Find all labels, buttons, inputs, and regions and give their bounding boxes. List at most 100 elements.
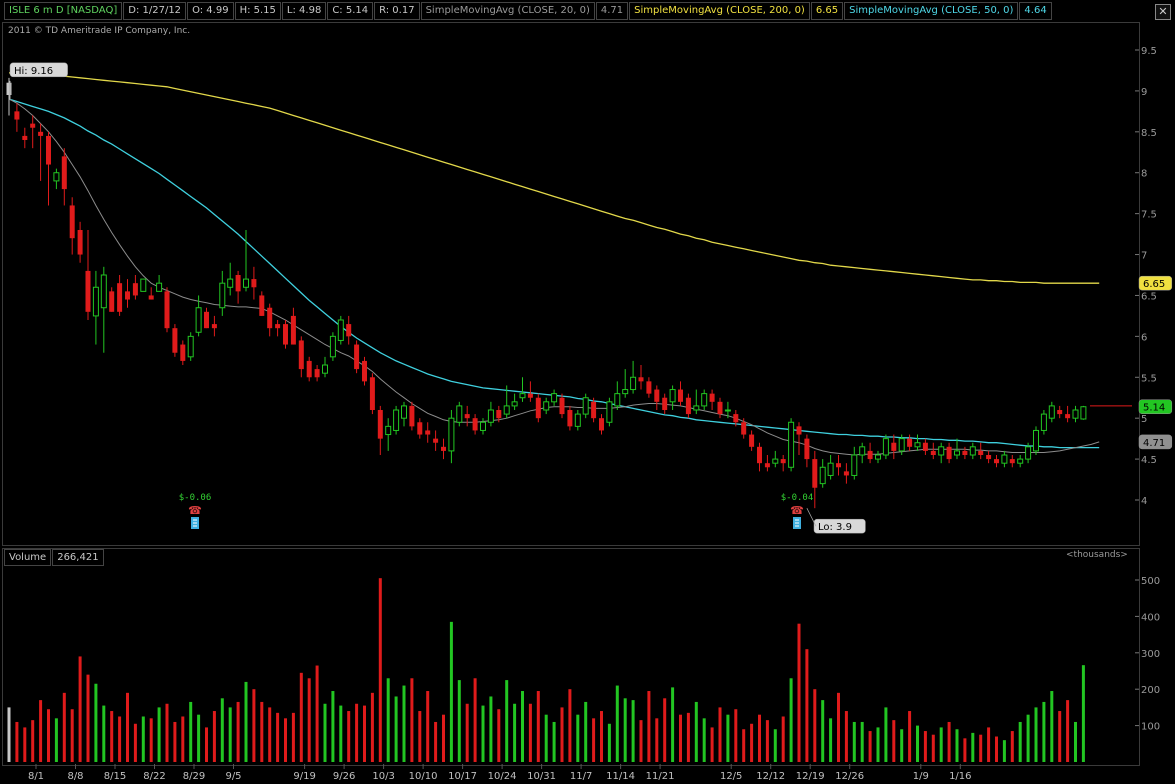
candle-body xyxy=(433,438,439,443)
candle-body xyxy=(930,450,936,455)
candle-body xyxy=(938,446,945,456)
candle-body xyxy=(156,282,163,292)
candle-body xyxy=(22,135,28,140)
volume-bar xyxy=(118,716,122,762)
candle-body xyxy=(329,335,336,358)
candle-body xyxy=(709,393,715,402)
price-tick-label: 7.5 xyxy=(1141,210,1157,221)
candle-body xyxy=(836,463,841,468)
volume-bar xyxy=(228,707,232,762)
price-tick-label: 4 xyxy=(1141,496,1147,507)
volume-bar xyxy=(987,727,991,762)
price-tick-label: 8 xyxy=(1141,169,1147,180)
date-tick-label: 12/19 xyxy=(796,771,825,782)
date-tick-label: 11/14 xyxy=(606,771,635,782)
volume-bar xyxy=(1010,731,1014,762)
price-tick-label: 5 xyxy=(1141,414,1147,425)
volume-bar xyxy=(521,691,524,762)
candle-body xyxy=(77,230,83,255)
candle-body xyxy=(354,344,360,370)
volume-bar xyxy=(631,700,635,762)
volume-bar xyxy=(876,727,880,762)
candle-body xyxy=(393,409,400,431)
candle-body xyxy=(693,405,700,411)
candle-body xyxy=(804,438,810,460)
volume-bar xyxy=(916,725,919,762)
volume-bar xyxy=(355,703,359,762)
price-tick-label: 9 xyxy=(1141,87,1147,98)
price-tick-label: 8.5 xyxy=(1141,128,1157,139)
candle-body xyxy=(646,381,652,394)
volume-bar xyxy=(758,714,761,762)
candle-body xyxy=(6,82,12,95)
candle-body xyxy=(1009,459,1015,464)
candle-body xyxy=(69,205,75,239)
candle-body xyxy=(796,426,802,435)
volume-bar xyxy=(434,721,438,762)
volume-bar xyxy=(181,716,185,762)
date-tick-label: 11/21 xyxy=(646,771,675,782)
volume-tick-label: 100 xyxy=(1141,722,1160,733)
candle-body xyxy=(235,275,241,292)
volume-bar xyxy=(47,709,50,762)
volume-bar xyxy=(102,705,106,762)
volume-bar xyxy=(963,738,967,762)
candle-body xyxy=(46,135,51,165)
volume-bar xyxy=(331,691,335,762)
candle-body xyxy=(764,463,770,468)
candle-body xyxy=(377,410,383,439)
volume-bar xyxy=(505,680,509,762)
volume-bar xyxy=(623,698,627,762)
candle-body xyxy=(685,397,691,415)
date-tick-label: 8/29 xyxy=(183,771,205,782)
volume-bar xyxy=(276,712,280,762)
candle-body xyxy=(92,286,99,317)
volume-bar xyxy=(133,723,137,762)
candle-body xyxy=(772,458,779,464)
candle-body xyxy=(298,340,304,370)
candle-body xyxy=(717,401,723,415)
volume-bar xyxy=(789,678,793,762)
volume-bar xyxy=(686,712,690,762)
volume-bar xyxy=(647,691,651,762)
volume-bar xyxy=(900,729,904,762)
volume-bar xyxy=(481,705,485,762)
phone-icon: ☎ xyxy=(188,504,202,517)
date-tick-label: 10/24 xyxy=(488,771,517,782)
volume-bar xyxy=(1050,691,1054,762)
volume-bar xyxy=(694,701,698,762)
price-tick-label: 5.5 xyxy=(1141,373,1157,384)
candle-body xyxy=(907,438,913,447)
volume-bar xyxy=(710,727,714,762)
volume-bar xyxy=(947,721,951,762)
candle-body xyxy=(204,311,209,329)
date-tick-label: 8/1 xyxy=(28,771,44,782)
volume-bar xyxy=(86,674,90,762)
volume-bar xyxy=(1058,711,1062,762)
high-annotation: Hi: 9.16 xyxy=(14,66,53,77)
candle-body xyxy=(582,397,589,415)
candle-body xyxy=(678,389,683,402)
volume-bar xyxy=(1066,700,1070,762)
candlestick-chart[interactable]: 9.5 9 8.5 8 7.5 7 6.5 6 5.5 5 4.5 4 500 400 300 200 100 8… xyxy=(0,0,1175,784)
volume-bar xyxy=(671,687,675,762)
candle-body xyxy=(1072,409,1079,419)
sma200-last-badge: 6.65 xyxy=(1143,279,1165,290)
dividend-label-1: $-0.06 xyxy=(179,493,212,503)
volume-bar xyxy=(797,623,801,762)
volume-bar xyxy=(892,720,896,762)
candle-body xyxy=(259,295,265,316)
date-tick-label: 12/12 xyxy=(756,771,785,782)
volume-bar xyxy=(370,692,374,762)
candle-body xyxy=(511,401,518,407)
volume-bar xyxy=(536,691,540,762)
candle-body xyxy=(425,430,431,435)
candle-body xyxy=(109,291,115,312)
volume-bar xyxy=(291,712,295,762)
volume-bar xyxy=(568,689,572,762)
candle-body xyxy=(148,295,154,300)
volume-bar xyxy=(908,711,912,762)
candle-body xyxy=(117,283,123,312)
candle-body xyxy=(409,405,415,427)
candle-body xyxy=(132,283,138,296)
